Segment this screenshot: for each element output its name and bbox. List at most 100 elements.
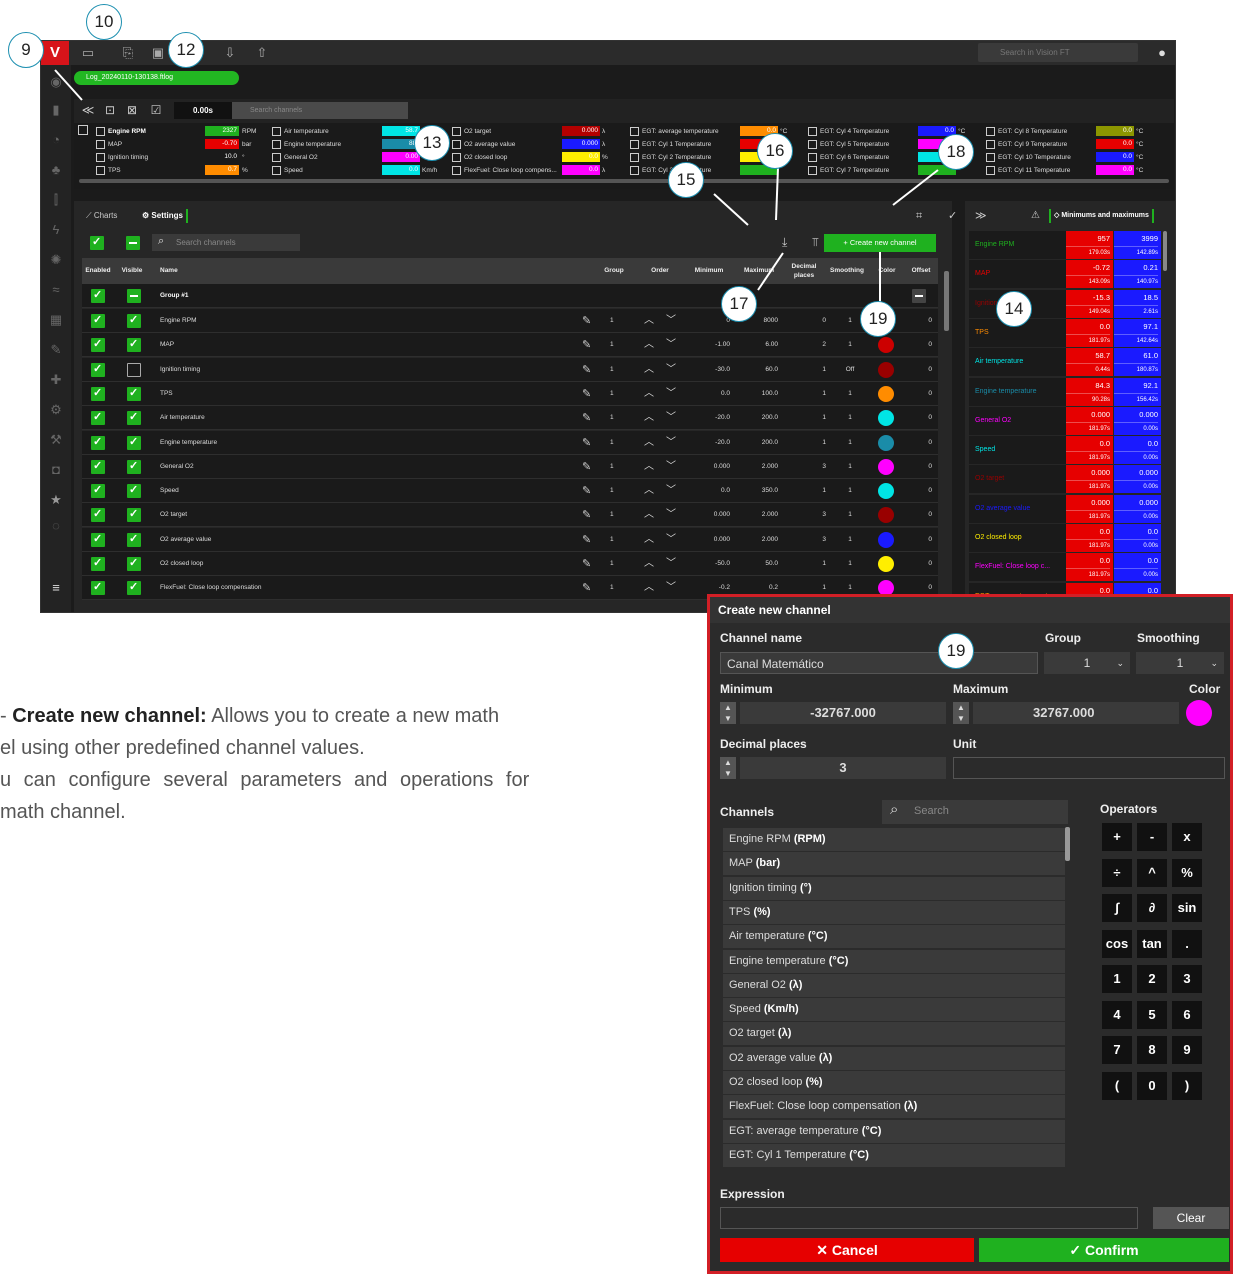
channel-name-input[interactable]: Canal Matemático bbox=[720, 652, 1038, 674]
table-icon[interactable]: ▦ bbox=[47, 311, 65, 329]
star-icon[interactable]: ★ bbox=[47, 491, 65, 509]
visible-checkbox[interactable] bbox=[127, 362, 141, 377]
operator-button[interactable]: - bbox=[1137, 823, 1167, 851]
order-up-icon[interactable]: ︿ bbox=[644, 479, 654, 503]
channel-list-item[interactable]: Engine temperature (°C) bbox=[723, 949, 1065, 973]
readout-checkbox[interactable] bbox=[96, 127, 105, 136]
readout-checkbox[interactable] bbox=[630, 127, 639, 136]
readout-checkbox[interactable] bbox=[452, 166, 461, 175]
channel-offset[interactable]: 0 bbox=[912, 333, 932, 357]
upload-icon[interactable]: ⇧ bbox=[253, 44, 271, 62]
operator-button[interactable]: ( bbox=[1102, 1071, 1132, 1100]
readout-checkbox[interactable] bbox=[452, 153, 461, 162]
order-down-icon[interactable]: ﹀ bbox=[666, 576, 676, 600]
tab-charts[interactable]: ⟋ Charts bbox=[86, 209, 117, 223]
tab-settings[interactable]: ⚙ Settings bbox=[142, 209, 188, 223]
engine-icon[interactable]: ♣ bbox=[47, 161, 65, 179]
channel-smoothing[interactable]: 1 bbox=[838, 503, 862, 527]
channel-smoothing[interactable]: 1 bbox=[838, 431, 862, 455]
enabled-checkbox[interactable] bbox=[91, 337, 105, 353]
channel-minimum[interactable]: 0.000 bbox=[686, 503, 730, 527]
channel-offset[interactable]: 0 bbox=[912, 431, 932, 455]
operator-button[interactable]: sin bbox=[1172, 894, 1202, 922]
sensor-icon[interactable]: ⫿ bbox=[47, 191, 65, 209]
visible-checkbox[interactable] bbox=[127, 410, 141, 426]
channel-offset[interactable]: 0 bbox=[912, 382, 932, 406]
gauge-icon[interactable]: ◔ bbox=[47, 131, 65, 149]
order-down-icon[interactable]: ﹀ bbox=[666, 552, 676, 576]
channel-minimum[interactable]: -1.00 bbox=[686, 333, 730, 357]
save-icon[interactable]: ▣ bbox=[149, 44, 167, 62]
channel-maximum[interactable]: 50.0 bbox=[736, 552, 778, 576]
group-enabled-checkbox[interactable] bbox=[91, 288, 105, 303]
edit-pencil-icon[interactable]: ✎ bbox=[582, 431, 591, 455]
operator-button[interactable]: tan bbox=[1137, 929, 1167, 958]
order-down-icon[interactable]: ﹀ bbox=[666, 479, 676, 503]
enabled-checkbox[interactable] bbox=[91, 386, 105, 401]
channel-minimum[interactable]: 0.000 bbox=[686, 455, 730, 479]
channel-minimum[interactable]: -20.0 bbox=[686, 406, 730, 430]
visible-checkbox[interactable] bbox=[127, 532, 141, 547]
channel-smoothing[interactable]: 1 bbox=[838, 528, 862, 552]
operator-button[interactable]: 2 bbox=[1137, 965, 1167, 993]
enabled-checkbox[interactable] bbox=[91, 507, 105, 523]
group-select[interactable]: 1 ⌄ bbox=[1044, 652, 1130, 674]
order-up-icon[interactable]: ︿ bbox=[644, 406, 654, 430]
edit-pencil-icon[interactable]: ✎ bbox=[582, 309, 591, 333]
readout-checkbox[interactable] bbox=[452, 127, 461, 136]
channel-color-swatch[interactable] bbox=[878, 556, 894, 572]
edit-pencil-icon[interactable]: ✎ bbox=[582, 333, 591, 357]
operator-button[interactable]: ) bbox=[1172, 1071, 1202, 1100]
operator-button[interactable]: 9 bbox=[1172, 1036, 1202, 1064]
channel-minimum[interactable]: 0.0 bbox=[686, 382, 730, 406]
enable-all-checkbox[interactable] bbox=[90, 235, 104, 250]
channel-smoothing[interactable]: 1 bbox=[838, 309, 862, 333]
channel-list-item[interactable]: O2 average value (λ) bbox=[723, 1046, 1065, 1070]
channel-decimal[interactable]: 2 bbox=[786, 333, 826, 357]
channel-list-item[interactable]: Ignition timing (°) bbox=[723, 876, 1065, 900]
plugin-icon[interactable]: ⚒ bbox=[47, 431, 65, 449]
operator-button[interactable]: ∂ bbox=[1137, 894, 1167, 922]
order-up-icon[interactable]: ︿ bbox=[644, 576, 654, 600]
channel-decimal[interactable]: 3 bbox=[786, 455, 826, 479]
create-new-channel-button[interactable]: + Create new channel bbox=[824, 234, 936, 252]
decimal-stepper[interactable]: ▲ ▼ bbox=[720, 757, 736, 779]
channel-smoothing[interactable]: 1 bbox=[838, 382, 862, 406]
readout-checkbox[interactable] bbox=[630, 153, 639, 162]
order-up-icon[interactable]: ︿ bbox=[644, 358, 654, 382]
enabled-checkbox[interactable] bbox=[91, 313, 105, 328]
horizontal-scrollbar[interactable] bbox=[79, 179, 1169, 183]
table-scrollbar[interactable] bbox=[944, 271, 949, 331]
minimum-input[interactable]: -32767.000 bbox=[740, 702, 946, 724]
channel-minimum[interactable]: 0.0 bbox=[686, 479, 730, 503]
tool-icon[interactable]: ✎ bbox=[47, 341, 65, 359]
readout-checkbox[interactable] bbox=[808, 140, 817, 149]
operator-button[interactable]: ^ bbox=[1137, 858, 1167, 887]
smoothing-select[interactable]: 1 ⌄ bbox=[1136, 652, 1224, 674]
save-as-icon[interactable]: ⎘ bbox=[119, 44, 137, 62]
channel-maximum[interactable]: 100.0 bbox=[736, 382, 778, 406]
decimal-input[interactable]: 3 bbox=[740, 757, 946, 779]
channel-maximum[interactable]: 2.000 bbox=[736, 455, 778, 479]
operator-button[interactable]: cos bbox=[1102, 929, 1132, 958]
readout-checkbox[interactable] bbox=[630, 166, 639, 175]
edit-pencil-icon[interactable]: ✎ bbox=[582, 503, 591, 527]
operator-button[interactable]: . bbox=[1172, 929, 1202, 958]
channel-list-item[interactable]: O2 closed loop (%) bbox=[723, 1071, 1065, 1094]
operator-button[interactable]: 5 bbox=[1137, 1000, 1167, 1029]
chip-icon[interactable]: ◘ bbox=[47, 461, 65, 479]
channel-decimal[interactable]: 3 bbox=[786, 503, 826, 527]
group-visible-checkbox[interactable] bbox=[127, 289, 141, 303]
readout-checkbox[interactable] bbox=[986, 127, 995, 136]
visible-checkbox[interactable] bbox=[127, 507, 141, 523]
channel-list-item[interactable]: FlexFuel: Close loop compensation (λ) bbox=[723, 1095, 1065, 1119]
edit-pencil-icon[interactable]: ✎ bbox=[582, 406, 591, 430]
channel-list-item[interactable]: MAP (bar) bbox=[723, 852, 1065, 876]
settings-search-input[interactable]: Search channels bbox=[152, 234, 300, 251]
order-up-icon[interactable]: ︿ bbox=[644, 552, 654, 576]
enabled-checkbox[interactable] bbox=[91, 435, 105, 450]
channel-color-swatch[interactable] bbox=[878, 410, 894, 427]
order-up-icon[interactable]: ︿ bbox=[644, 503, 654, 527]
channel-color-swatch[interactable] bbox=[878, 361, 894, 378]
enabled-checkbox[interactable] bbox=[91, 580, 105, 596]
